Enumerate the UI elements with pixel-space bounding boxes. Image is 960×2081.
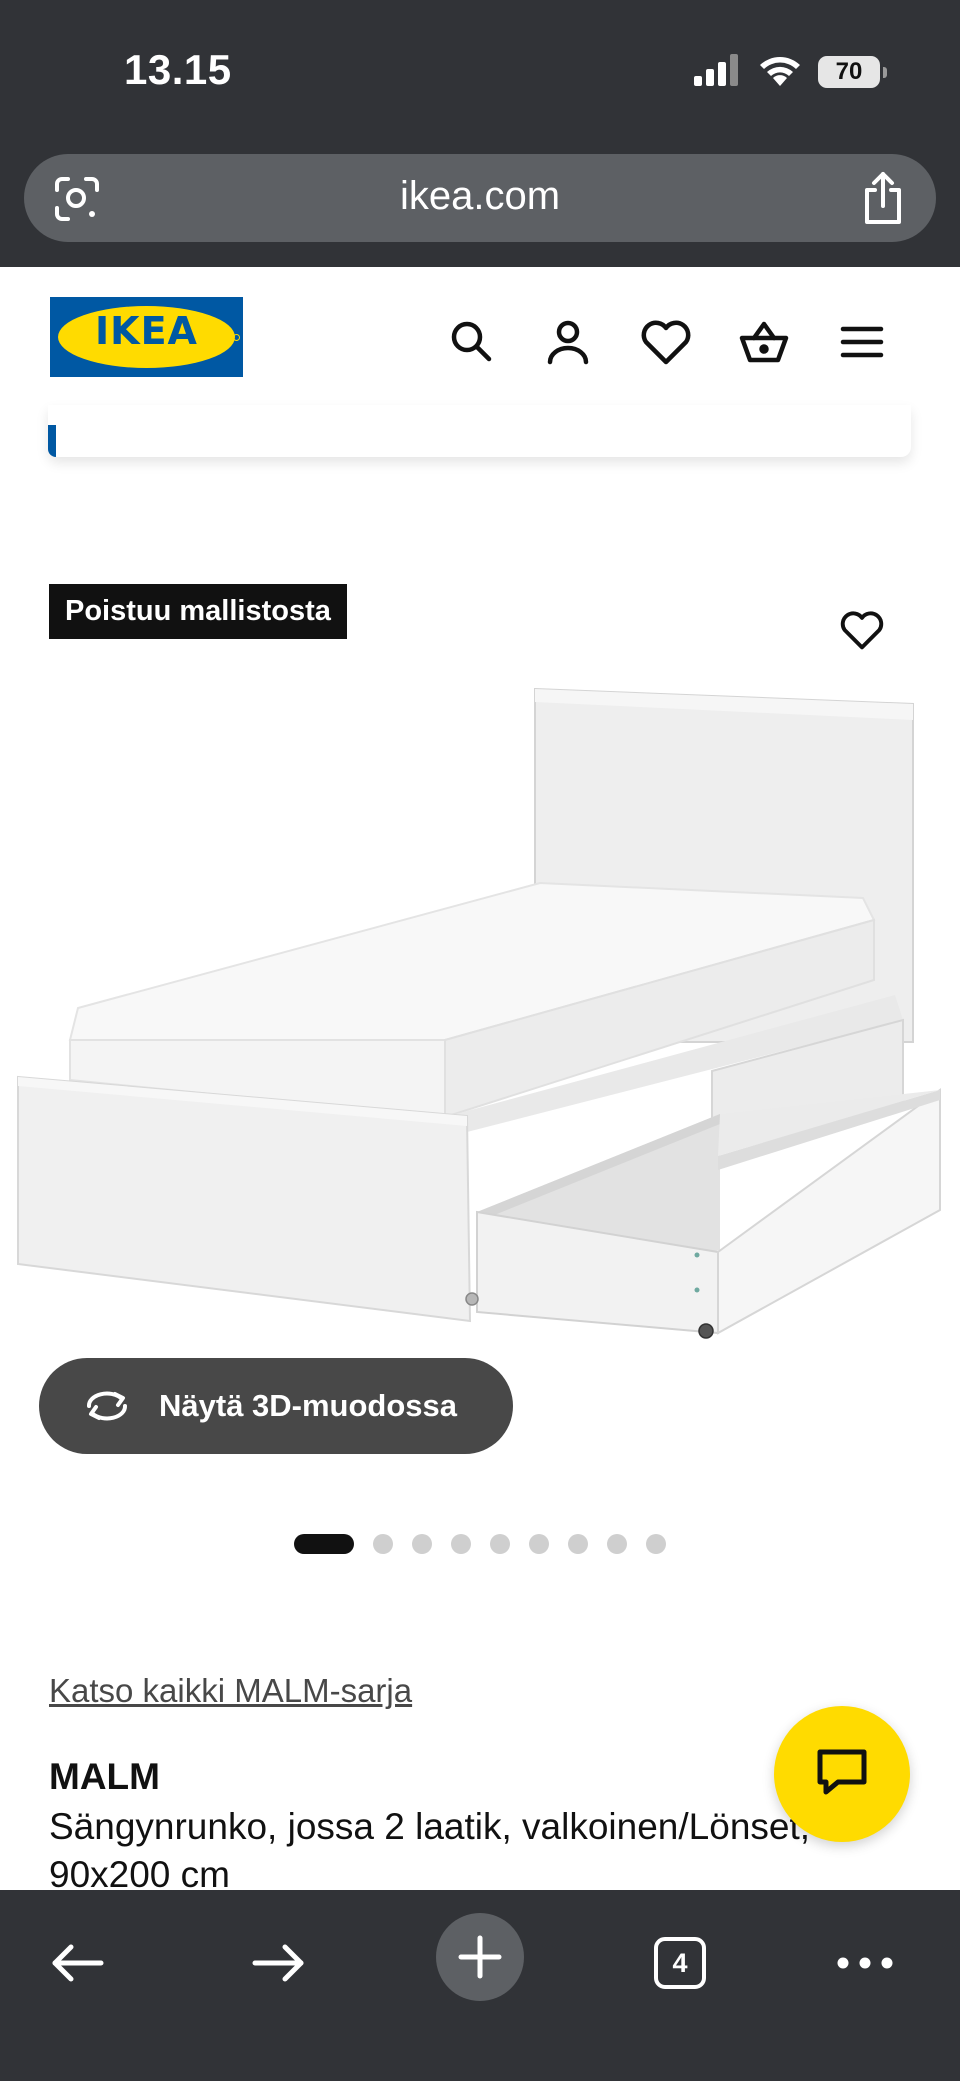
product-name: MALM [49, 1756, 160, 1797]
discontinued-badge: Poistuu mallistosta [49, 584, 347, 639]
url-bar[interactable]: ikea.com [24, 154, 936, 242]
account-icon[interactable] [538, 312, 598, 372]
url-text[interactable]: ikea.com [24, 174, 936, 219]
chat-icon [814, 1746, 870, 1803]
carousel-dot[interactable] [451, 1534, 471, 1554]
battery-icon: 70 [818, 56, 887, 88]
site-header: IKEA [0, 267, 960, 425]
logo-registered-mark [233, 334, 240, 341]
carousel-dot[interactable] [646, 1534, 666, 1554]
carousel-dot[interactable] [373, 1534, 393, 1554]
carousel-dot-active[interactable] [294, 1534, 354, 1554]
add-to-favourites-heart-icon[interactable] [836, 604, 888, 656]
view-in-3d-label: Näytä 3D-muodossa [159, 1388, 458, 1423]
product-image[interactable] [0, 680, 960, 1350]
tabs-icon[interactable]: 4 [645, 1928, 715, 1998]
heart-icon[interactable] [636, 312, 696, 372]
series-link[interactable]: Katso kaikki MALM-sarja [49, 1672, 412, 1710]
share-icon[interactable] [858, 170, 908, 226]
cellular-signal-icon [694, 53, 742, 91]
rotate-3d-icon [81, 1386, 133, 1426]
new-tab-icon [457, 1934, 503, 1985]
logo-text: IKEA [95, 309, 198, 353]
carousel-dot[interactable] [490, 1534, 510, 1554]
ikea-logo[interactable]: IKEA [50, 297, 243, 377]
search-icon[interactable] [442, 312, 502, 372]
back-arrow-icon[interactable] [42, 1928, 112, 1998]
carousel-dot[interactable] [568, 1534, 588, 1554]
battery-level: 70 [835, 58, 863, 85]
carousel-dot[interactable] [607, 1534, 627, 1554]
browser-bottom-bar: 4 [0, 1890, 960, 2081]
image-carousel-dots [294, 1534, 685, 1554]
view-in-3d-button[interactable]: Näytä 3D-muodossa [39, 1358, 513, 1454]
new-tab-button[interactable] [436, 1913, 524, 2001]
status-time: 13.15 [124, 46, 232, 93]
menu-icon[interactable] [832, 312, 892, 372]
notice-card-accent [48, 425, 56, 457]
wifi-icon [758, 53, 802, 92]
carousel-dot[interactable] [529, 1534, 549, 1554]
basket-icon[interactable] [734, 312, 794, 372]
chat-button[interactable] [774, 1706, 910, 1842]
forward-arrow-icon[interactable] [244, 1928, 314, 1998]
browser-top-chrome: 13.15 70 ikea.com [0, 0, 960, 267]
notice-card [48, 405, 911, 457]
carousel-dot[interactable] [412, 1534, 432, 1554]
battery-cap [883, 67, 887, 78]
status-icons: 70 [694, 52, 887, 92]
tab-count: 4 [654, 1937, 706, 1989]
more-icon[interactable] [830, 1928, 900, 1998]
